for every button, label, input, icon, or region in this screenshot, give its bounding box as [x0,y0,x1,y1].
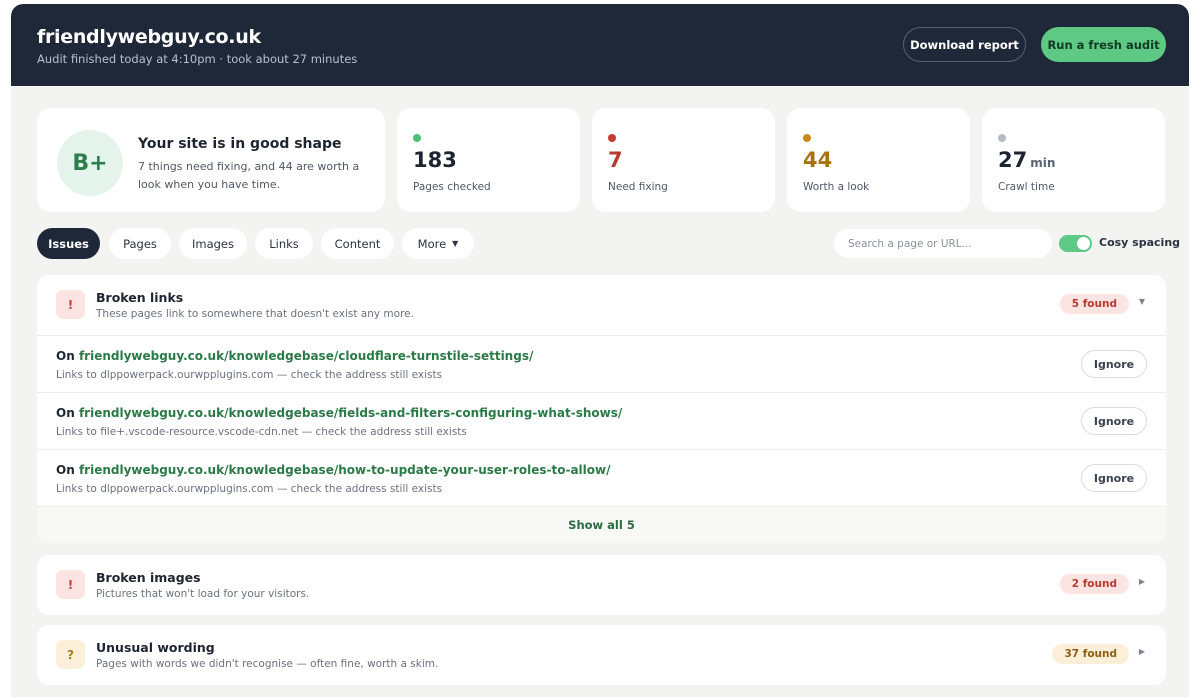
issue-header[interactable]: ? Unusual wording Pages with words we di… [37,625,1166,685]
issue-row: On friendlywebguy.co.uk/knowledgebase/cl… [37,335,1166,392]
row-location: On friendlywebguy.co.uk/knowledgebase/cl… [56,349,534,363]
page-link[interactable]: friendlywebguy.co.uk/knowledgebase/how-t… [79,463,611,477]
ignore-button[interactable]: Ignore [1081,407,1147,435]
stat-card-crawl-time: 27 min Crawl time [982,108,1165,212]
page-link[interactable]: friendlywebguy.co.uk/knowledgebase/cloud… [79,349,533,363]
header-bar: friendlywebguy.co.uk Audit finished toda… [11,4,1189,86]
tab-images[interactable]: Images [179,228,247,259]
stat-label: Worth a look [803,181,870,193]
tab-content[interactable]: Content [321,228,394,259]
chevron-right-icon[interactable]: ▶ [1139,577,1145,586]
tab-issues[interactable]: Issues [37,228,100,259]
stat-card-need-fixing: 7 Need fixing [592,108,775,212]
stat-label: Need fixing [608,181,668,193]
page-link[interactable]: friendlywebguy.co.uk/knowledgebase/field… [79,406,622,420]
cosy-spacing-toggle[interactable] [1059,235,1092,252]
grade-card: B+ Your site is in good shape 7 things n… [37,108,385,212]
grade-badge: B+ [57,130,123,196]
issue-title: Unusual wording [96,640,215,655]
issue-panel-broken-images: ! Broken images Pictures that won't load… [37,555,1166,615]
stat-card-pages-checked: 183 Pages checked [397,108,580,212]
stat-label: Crawl time [998,181,1055,193]
chevron-right-icon[interactable]: ▶ [1139,647,1145,656]
stat-label: Pages checked [413,181,491,193]
tab-links[interactable]: Links [255,228,313,259]
row-location: On friendlywebguy.co.uk/knowledgebase/ho… [56,463,611,477]
site-title: friendlywebguy.co.uk [37,26,261,48]
ignore-button[interactable]: Ignore [1081,464,1147,492]
row-detail: Links to dlppowerpack.ourwpplugins.com —… [56,369,443,381]
run-audit-button[interactable]: Run a fresh audit [1041,27,1166,62]
status-dot-icon [413,134,421,142]
show-all-button[interactable]: Show all 5 [37,506,1166,543]
stat-value: 183 [413,148,457,172]
toggle-label: Cosy spacing [1099,236,1181,249]
count-badge: 2 found [1059,574,1129,594]
download-report-button[interactable]: Download report [903,27,1026,62]
toggle-knob [1077,237,1090,250]
stat-value: 44 [803,148,833,172]
issue-description: Pages with words we didn't recognise — o… [96,658,439,670]
issue-panel-unusual-wording: ? Unusual wording Pages with words we di… [37,625,1166,685]
search-input[interactable]: Search a page or URL... [834,229,1052,258]
grade-title: Your site is in good shape [138,136,342,152]
tab-pages[interactable]: Pages [109,228,171,259]
alert-icon: ! [56,570,85,599]
stat-card-worth-a-look: 44 Worth a look [787,108,970,212]
grade-description: 7 things need fixing, and 44 are worth a… [138,160,360,191]
stat-value: 7 [608,148,623,172]
row-detail: Links to dlppowerpack.ourwpplugins.com —… [56,483,443,495]
question-icon: ? [56,640,85,669]
stat-unit: min [1030,156,1056,170]
issue-row: On friendlywebguy.co.uk/knowledgebase/fi… [37,392,1166,449]
issue-header[interactable]: ! Broken images Pictures that won't load… [37,555,1166,615]
app-frame: friendlywebguy.co.uk Audit finished toda… [11,4,1189,697]
tab-more[interactable]: More ▼ [402,228,474,259]
issue-row: On friendlywebguy.co.uk/knowledgebase/ho… [37,449,1166,506]
ignore-button[interactable]: Ignore [1081,350,1147,378]
count-badge: 37 found [1052,644,1129,664]
chevron-down-icon[interactable]: ▼ [1139,297,1145,306]
stat-value: 27 min [998,148,1056,172]
issue-header[interactable]: ! Broken links These pages link to somew… [37,275,1166,335]
issue-description: These pages link to somewhere that doesn… [96,308,414,320]
issue-title: Broken links [96,290,184,305]
count-badge: 5 found [1059,294,1129,314]
issue-title: Broken images [96,570,201,585]
alert-icon: ! [56,290,85,319]
issue-description: Pictures that won't load for your visito… [96,588,310,600]
status-dot-icon [998,134,1006,142]
status-dot-icon [803,134,811,142]
status-dot-icon [608,134,616,142]
row-detail: Links to file+.vscode-resource.vscode-cd… [56,426,467,438]
row-location: On friendlywebguy.co.uk/knowledgebase/fi… [56,406,623,420]
caret-down-icon: ▼ [452,239,459,248]
audit-status: Audit finished today at 4:10pm · took ab… [37,52,358,66]
issue-panel-broken-links: ! Broken links These pages link to somew… [37,275,1166,543]
tab-more-label: More [417,236,447,251]
